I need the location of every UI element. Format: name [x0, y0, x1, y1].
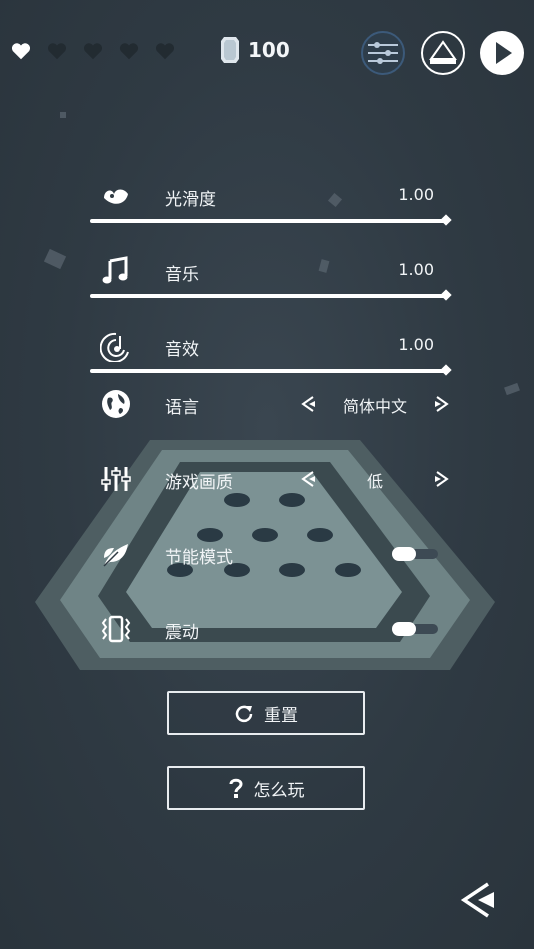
play-icon: [496, 42, 512, 64]
arrow-right-icon[interactable]: [430, 393, 452, 415]
question-icon: [229, 778, 243, 798]
reset-label: 重置: [264, 705, 298, 726]
vibrate-icon: [101, 615, 131, 643]
quality-value: 低: [366, 472, 383, 491]
sliders-icon: [101, 467, 131, 491]
setting-language: 语言 简体中文: [90, 384, 450, 424]
theme-icon: [429, 40, 457, 64]
music-value: 1.00: [398, 260, 434, 279]
lives-indicator: [10, 40, 176, 62]
music-label: 音乐: [165, 265, 199, 285]
setting-music: 音乐 1.00: [90, 251, 450, 291]
slider-knob[interactable]: [440, 364, 452, 376]
arrow-left-icon[interactable]: [298, 393, 320, 415]
power-saving-toggle[interactable]: [392, 547, 438, 561]
gem-counter: 100: [220, 36, 290, 64]
toggle-thumb: [392, 547, 416, 561]
background-shard: [43, 248, 67, 270]
setting-power-saving: 节能模式: [90, 534, 450, 574]
heart-icon: [83, 43, 103, 60]
theme-button[interactable]: [421, 31, 465, 75]
music-slider[interactable]: [90, 289, 452, 301]
slider-knob[interactable]: [440, 289, 452, 301]
arrow-left-icon[interactable]: [298, 468, 320, 490]
setting-smoothness: 光滑度 1.00: [90, 176, 450, 216]
smoothness-label: 光滑度: [165, 190, 216, 210]
setting-quality: 游戏画质 低: [90, 459, 450, 499]
sound-icon: [100, 332, 129, 362]
how-to-play-label: 怎么玩: [253, 780, 305, 801]
vibration-toggle[interactable]: [392, 622, 438, 636]
music-note-icon: [102, 256, 128, 284]
reset-button[interactable]: 重置: [167, 691, 365, 735]
smoothness-value: 1.00: [398, 185, 434, 204]
power-saving-label: 节能模式: [165, 548, 233, 568]
quality-label: 游戏画质: [165, 473, 233, 493]
back-icon[interactable]: [458, 880, 502, 920]
setting-sound: 音效 1.00: [90, 326, 450, 366]
arrow-right-icon[interactable]: [430, 468, 452, 490]
globe-icon: [102, 390, 130, 418]
wave-icon: [104, 189, 128, 204]
language-value: 简体中文: [342, 397, 407, 416]
vibration-label: 震动: [165, 623, 199, 643]
sound-value: 1.00: [398, 335, 434, 354]
heart-icon: [119, 43, 139, 60]
smoothness-slider[interactable]: [90, 214, 452, 226]
levels-button[interactable]: [361, 31, 405, 75]
reset-icon: [235, 705, 253, 723]
sound-label: 音效: [165, 340, 199, 360]
heart-icon: [11, 43, 31, 60]
leaf-icon: [103, 544, 128, 567]
how-to-play-button[interactable]: 怎么玩: [167, 766, 365, 810]
background-shard: [504, 382, 520, 396]
toggle-thumb: [392, 622, 416, 636]
heart-icon: [155, 43, 175, 60]
play-button[interactable]: [480, 31, 524, 75]
language-label: 语言: [165, 398, 199, 418]
heart-icon: [47, 43, 67, 60]
background-shard: [60, 112, 66, 118]
slider-knob[interactable]: [440, 214, 452, 226]
levels-icon: [368, 42, 398, 64]
setting-vibration: 震动: [90, 609, 450, 649]
sound-slider[interactable]: [90, 364, 452, 376]
gem-count: 100: [248, 38, 290, 62]
gem-icon: [221, 37, 239, 63]
